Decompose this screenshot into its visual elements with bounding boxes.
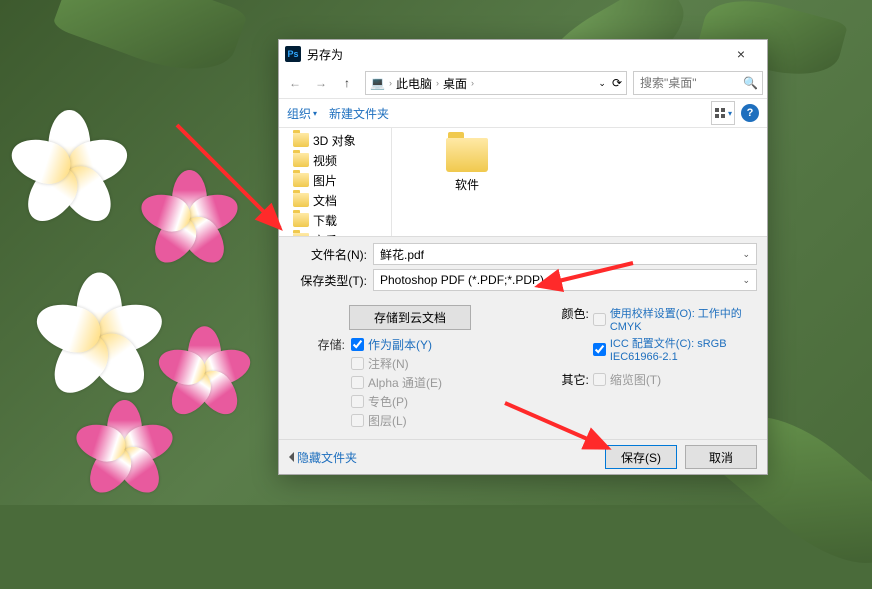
help-button[interactable]: ? — [741, 104, 759, 122]
filetype-select[interactable]: Photoshop PDF (*.PDF;*.PDP) ⌄ — [373, 269, 757, 291]
save-as-dialog: Ps 另存为 × ← → ↑ 💻 › 此电脑 › 桌面 › ⌄ ⟳ 🔍 组织 ▾ — [278, 39, 768, 475]
use-proof-checkbox — [593, 313, 606, 326]
folder-icon — [446, 138, 488, 172]
dialog-title: 另存为 — [307, 46, 721, 63]
folder-icon — [293, 133, 309, 147]
save-button[interactable]: 保存(S) — [605, 445, 677, 469]
organize-menu[interactable]: 组织 ▾ — [287, 105, 317, 122]
folder-icon — [293, 193, 309, 207]
search-box[interactable]: 🔍 — [633, 71, 763, 95]
spot-checkbox — [351, 395, 364, 408]
sidebar-item-videos[interactable]: 视频 — [279, 150, 391, 170]
close-button[interactable]: × — [721, 40, 761, 68]
breadcrumb-seg[interactable]: 此电脑 — [396, 75, 432, 92]
sidebar-item-downloads[interactable]: 下载 — [279, 210, 391, 230]
list-item[interactable]: 软件 — [432, 138, 502, 193]
titlebar: Ps 另存为 × — [279, 40, 767, 68]
sidebar-item-label: 视频 — [313, 152, 337, 169]
chevron-down-icon[interactable]: ⌄ — [742, 275, 750, 286]
spot-label: 专色(P) — [368, 393, 408, 410]
folder-icon — [293, 153, 309, 167]
search-input[interactable] — [638, 75, 732, 91]
filename-input[interactable]: 鲜花.pdf ⌄ — [373, 243, 757, 265]
sidebar-item-pictures[interactable]: 图片 — [279, 170, 391, 190]
folder-icon — [293, 233, 309, 236]
view-icon — [714, 107, 726, 119]
toolbar: 组织 ▾ 新建文件夹 ▾ ? — [279, 99, 767, 128]
nav-up-button[interactable]: ↑ — [335, 71, 359, 95]
alpha-checkbox — [351, 376, 364, 389]
filename-label: 文件名(N): — [289, 246, 367, 263]
folder-icon — [293, 213, 309, 227]
notes-label: 注释(N) — [368, 355, 409, 372]
sidebar-item-label: 3D 对象 — [313, 132, 356, 149]
save-section-label: 存储: — [289, 336, 345, 353]
refresh-icon[interactable]: ⟳ — [612, 76, 622, 90]
use-proof-label: 使用校样设置(O): 工作中的 CMYK — [610, 305, 757, 333]
cancel-button[interactable]: 取消 — [685, 445, 757, 469]
breadcrumb-seg[interactable]: 桌面 — [443, 75, 467, 92]
pc-icon: 💻 — [370, 76, 385, 90]
dialog-footer: 隐藏文件夹 保存(S) 取消 — [279, 439, 767, 474]
alpha-label: Alpha 通道(E) — [368, 374, 442, 391]
as-copy-label: 作为副本(Y) — [368, 336, 432, 353]
icc-profile-checkbox[interactable] — [593, 343, 606, 356]
sidebar-item-documents[interactable]: 文档 — [279, 190, 391, 210]
body-area: 3D 对象 视频 图片 文档 下载 音乐 桌面 软件 — [279, 128, 767, 236]
chevron-right-icon: › — [436, 78, 439, 88]
other-section-label: 其它: — [549, 371, 589, 388]
chevron-right-icon: › — [471, 78, 474, 88]
photoshop-icon: Ps — [285, 46, 301, 62]
chevron-down-icon: ▾ — [313, 109, 317, 118]
sidebar: 3D 对象 视频 图片 文档 下载 音乐 桌面 — [279, 128, 392, 236]
chevron-down-icon[interactable]: ⌄ — [742, 249, 750, 260]
search-icon: 🔍 — [743, 76, 758, 90]
sidebar-item-label: 图片 — [313, 172, 337, 189]
sidebar-item-label: 下载 — [313, 212, 337, 229]
sidebar-item-label: 文档 — [313, 192, 337, 209]
nav-back-button[interactable]: ← — [283, 71, 307, 95]
nav-forward-button[interactable]: → — [309, 71, 333, 95]
filetype-label: 保存类型(T): — [289, 272, 367, 289]
layers-label: 图层(L) — [368, 412, 407, 429]
chevron-right-icon: › — [389, 78, 392, 88]
file-list-pane[interactable]: 软件 — [392, 128, 767, 236]
folder-icon — [293, 173, 309, 187]
file-item-label: 软件 — [455, 176, 479, 193]
new-folder-button[interactable]: 新建文件夹 — [329, 105, 389, 122]
notes-checkbox — [351, 357, 364, 370]
sidebar-item-3dobjects[interactable]: 3D 对象 — [279, 130, 391, 150]
thumbnail-label: 缩览图(T) — [610, 371, 661, 388]
as-copy-checkbox[interactable] — [351, 338, 364, 351]
filename-fields: 文件名(N): 鲜花.pdf ⌄ 保存类型(T): Photoshop PDF … — [279, 236, 767, 301]
icc-profile-label: ICC 配置文件(C): sRGB IEC61966-2.1 — [610, 335, 757, 363]
breadcrumb[interactable]: 💻 › 此电脑 › 桌面 › ⌄ ⟳ — [365, 71, 627, 95]
layers-checkbox — [351, 414, 364, 427]
collapse-icon[interactable] — [289, 452, 294, 462]
nav-bar: ← → ↑ 💻 › 此电脑 › 桌面 › ⌄ ⟳ 🔍 — [279, 68, 767, 99]
chevron-down-icon[interactable]: ⌄ — [598, 78, 606, 89]
color-section-label: 颜色: — [549, 305, 589, 322]
save-options: 存储到云文档 存储: 作为副本(Y) 注释(N) Alpha 通道(E) 专色(… — [279, 301, 767, 439]
thumbnail-checkbox — [593, 373, 606, 386]
view-mode-button[interactable]: ▾ — [711, 101, 735, 125]
hide-folders-link[interactable]: 隐藏文件夹 — [297, 449, 357, 466]
save-to-cloud-button[interactable]: 存储到云文档 — [349, 305, 471, 330]
